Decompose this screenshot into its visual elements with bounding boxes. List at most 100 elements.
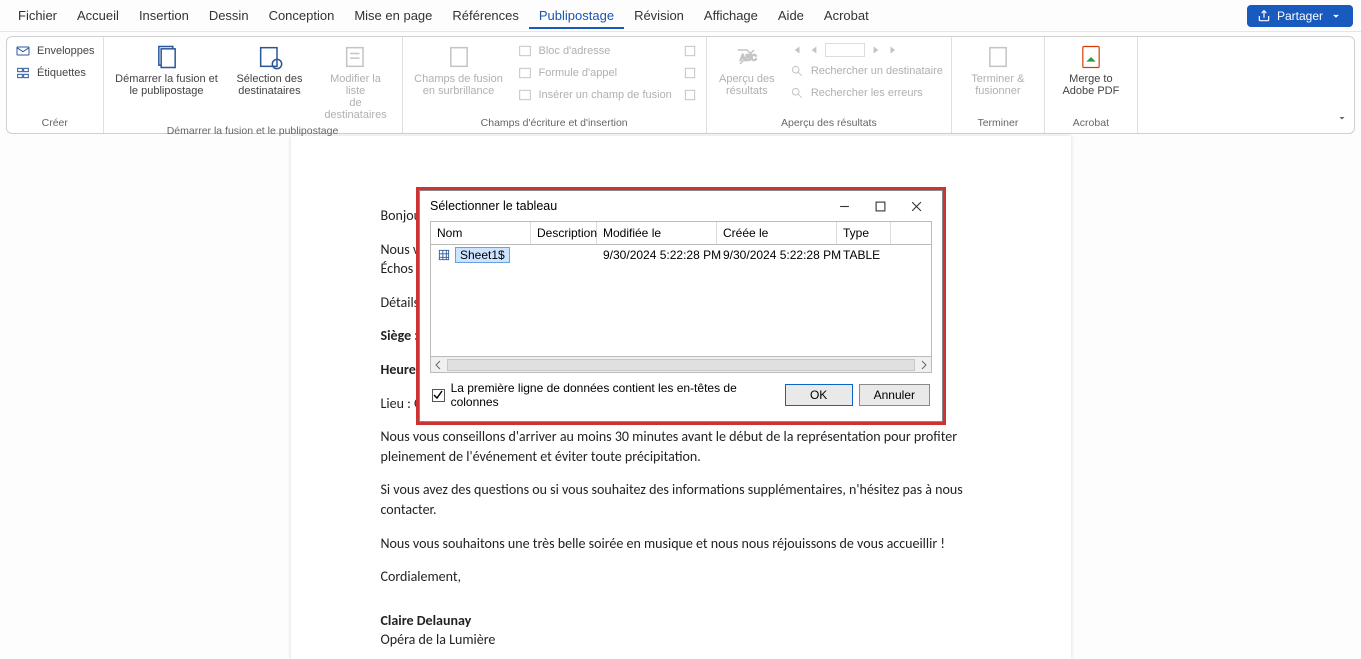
insert-field-button: Insérer un champ de fusion <box>517 85 672 105</box>
signature-org: Opéra de la Lumière <box>381 631 496 648</box>
cancel-button[interactable]: Annuler <box>859 384 930 406</box>
greeting-label: Formule d'appel <box>539 67 618 79</box>
start-merge-button[interactable]: Démarrer la fusion et le publipostage <box>112 41 222 99</box>
menu-conception[interactable]: Conception <box>259 2 345 29</box>
check-errors-button: Rechercher les erreurs <box>789 83 943 103</box>
share-button[interactable]: Partager <box>1247 5 1353 27</box>
group-preview-label: Aperçu des résultats <box>715 115 943 131</box>
ok-button[interactable]: OK <box>785 384 853 406</box>
checkmark-icon <box>433 390 443 400</box>
menu-revision[interactable]: Révision <box>624 2 694 29</box>
start-merge-icon <box>153 43 181 71</box>
svg-text:ABC: ABC <box>740 54 757 63</box>
edit-recipients-icon <box>342 43 370 71</box>
finish-merge-button: Terminer & fusionner <box>960 41 1036 99</box>
menu-references[interactable]: Références <box>442 2 528 29</box>
pdf-icon <box>1077 43 1105 71</box>
update-icon <box>682 87 698 103</box>
group-finish-label: Terminer <box>960 115 1036 131</box>
address-block-label: Bloc d'adresse <box>539 45 611 57</box>
record-number-field <box>825 43 865 57</box>
insert-field-label: Insérer un champ de fusion <box>539 89 672 101</box>
group-acrobat: Merge to Adobe PDF Acrobat <box>1045 37 1138 133</box>
next-record-icon <box>869 43 883 57</box>
row-created: 9/30/2024 5:22:28 PM <box>723 248 843 262</box>
labels-button[interactable]: Étiquettes <box>15 63 95 83</box>
select-recipients-button[interactable]: Sélection des destinataires <box>232 41 308 99</box>
ribbon: Enveloppes Étiquettes Créer Démarrer la … <box>6 36 1355 134</box>
rules-icon <box>682 43 698 59</box>
col-type[interactable]: Type <box>837 222 891 244</box>
select-recipients-icon <box>256 43 284 71</box>
group-fields: Champs de fusion en surbrillance Bloc d'… <box>403 37 707 133</box>
maximize-icon <box>875 201 886 212</box>
first-record-icon <box>789 43 803 57</box>
menu-acrobat[interactable]: Acrobat <box>814 2 879 29</box>
envelopes-label: Enveloppes <box>37 45 95 57</box>
menu-insertion[interactable]: Insertion <box>129 2 199 29</box>
horizontal-scrollbar[interactable] <box>430 357 932 373</box>
merge-pdf-button[interactable]: Merge to Adobe PDF <box>1053 41 1129 99</box>
doc-seat-label: Siège : <box>381 327 419 344</box>
rules-button <box>682 41 698 61</box>
share-label: Partager <box>1277 9 1323 23</box>
prev-record-icon <box>807 43 821 57</box>
record-nav <box>789 41 943 59</box>
maximize-button[interactable] <box>862 192 898 220</box>
first-row-headers-checkbox[interactable]: La première ligne de données contient le… <box>432 381 775 409</box>
table-row[interactable]: Sheet1$ 9/30/2024 5:22:28 PM 9/30/2024 5… <box>431 245 931 265</box>
group-finish: Terminer & fusionner Terminer <box>952 37 1045 133</box>
labels-label: Étiquettes <box>37 67 86 79</box>
group-fields-label: Champs d'écriture et d'insertion <box>411 115 698 131</box>
preview-icon: ABC <box>733 43 761 71</box>
find-recipient-label: Rechercher un destinataire <box>811 65 943 77</box>
insert-field-icon <box>517 87 533 103</box>
dialog-titlebar[interactable]: Sélectionner le tableau <box>420 191 942 221</box>
greeting-line-button: Formule d'appel <box>517 63 672 83</box>
start-merge-label: Démarrer la fusion et le publipostage <box>115 73 218 97</box>
sheet-icon <box>437 248 451 262</box>
envelopes-button[interactable]: Enveloppes <box>15 41 95 61</box>
menu-dessin[interactable]: Dessin <box>199 2 259 29</box>
check-errors-icon <box>789 85 805 101</box>
doc-line: Si vous avez des questions ou si vous so… <box>381 480 981 519</box>
scroll-left-icon <box>433 360 443 370</box>
edit-recipients-button: Modifier la liste de destinataires <box>318 41 394 123</box>
greeting-icon <box>517 65 533 81</box>
menu-mise-en-page[interactable]: Mise en page <box>344 2 442 29</box>
chevron-down-icon <box>1336 112 1348 124</box>
menu-aide[interactable]: Aide <box>768 2 814 29</box>
preview-label: Aperçu des résultats <box>719 73 775 97</box>
match-icon <box>682 65 698 81</box>
menu-affichage[interactable]: Affichage <box>694 2 768 29</box>
group-start-merge: Démarrer la fusion et le publipostage Sé… <box>104 37 403 133</box>
share-icon <box>1257 9 1271 23</box>
doc-line: Nous vous conseillons d'arriver au moins… <box>381 427 981 466</box>
check-errors-label: Rechercher les erreurs <box>811 87 923 99</box>
labels-icon <box>15 65 31 81</box>
col-name[interactable]: Nom <box>431 222 531 244</box>
edit-recipients-label: Modifier la liste de destinataires <box>320 73 392 121</box>
close-button[interactable] <box>898 192 934 220</box>
menu-fichier[interactable]: Fichier <box>8 2 67 29</box>
update-labels-button <box>682 85 698 105</box>
table-body[interactable]: Sheet1$ 9/30/2024 5:22:28 PM 9/30/2024 5… <box>430 245 932 357</box>
row-type: TABLE <box>843 248 897 262</box>
scroll-track[interactable] <box>447 359 915 371</box>
envelope-icon <box>15 43 31 59</box>
doc-line: Nous vous souhaitons une très belle soir… <box>381 534 981 554</box>
row-name: Sheet1$ <box>455 247 510 263</box>
doc-line: Cordialement, <box>381 567 981 587</box>
col-modified[interactable]: Modifiée le <box>597 222 717 244</box>
col-desc[interactable]: Description <box>531 222 597 244</box>
menu-accueil[interactable]: Accueil <box>67 2 129 29</box>
last-record-icon <box>887 43 901 57</box>
search-icon <box>789 63 805 79</box>
collapse-ribbon-button[interactable] <box>1336 112 1348 127</box>
menu-publipostage[interactable]: Publipostage <box>529 2 624 29</box>
col-created[interactable]: Créée le <box>717 222 837 244</box>
preview-results-button: ABC Aperçu des résultats <box>715 41 779 99</box>
select-recipients-label: Sélection des destinataires <box>236 73 302 97</box>
minimize-button[interactable] <box>826 192 862 220</box>
merge-pdf-label: Merge to Adobe PDF <box>1062 73 1119 97</box>
